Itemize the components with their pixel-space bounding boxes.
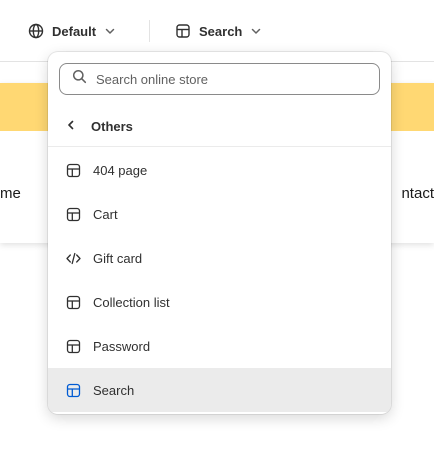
template-dropdown: Others 404 page <box>48 52 391 414</box>
template-item-collection-list[interactable]: Collection list <box>48 280 391 324</box>
list-item-label: Search <box>93 382 135 398</box>
template-item-search[interactable]: Search <box>48 368 391 412</box>
nav-link-home: me <box>0 185 21 202</box>
list-item-label: Password <box>93 338 151 354</box>
template-icon <box>175 23 191 39</box>
search-field[interactable] <box>59 63 380 95</box>
template-icon <box>66 207 81 222</box>
template-icon <box>66 383 81 398</box>
template-item-password[interactable]: Password <box>48 324 391 368</box>
template-list: 404 page Cart Gift card Collection list … <box>48 148 391 412</box>
list-item-label: Cart <box>93 206 118 222</box>
theme-selector-label: Default <box>52 23 97 39</box>
theme-selector-button[interactable]: Default <box>28 18 116 44</box>
template-selector-button[interactable]: Search <box>175 18 262 44</box>
template-item-cart[interactable]: Cart <box>48 192 391 236</box>
back-to-categories-button[interactable]: Others <box>48 107 391 147</box>
back-label: Others <box>91 119 133 134</box>
template-icon <box>66 295 81 310</box>
template-item-gift-card[interactable]: Gift card <box>48 236 391 280</box>
list-item-label: Gift card <box>93 250 143 266</box>
list-item-label: 404 page <box>93 162 148 178</box>
template-icon <box>66 339 81 354</box>
chevron-down-icon <box>104 25 116 37</box>
search-input[interactable] <box>96 71 379 87</box>
code-icon <box>66 251 81 266</box>
template-icon <box>66 163 81 178</box>
globe-icon <box>28 23 44 39</box>
chevron-left-icon <box>65 119 77 134</box>
template-item-404-page[interactable]: 404 page <box>48 148 391 192</box>
toolbar-divider <box>149 20 150 42</box>
template-selector-label: Search <box>199 23 243 39</box>
search-icon <box>72 69 87 89</box>
list-item-label: Collection list <box>93 294 170 310</box>
nav-link-contact: ntact <box>401 185 434 202</box>
chevron-down-icon <box>250 25 262 37</box>
theme-editor: Default Search me ntact Search online st… <box>0 0 434 471</box>
